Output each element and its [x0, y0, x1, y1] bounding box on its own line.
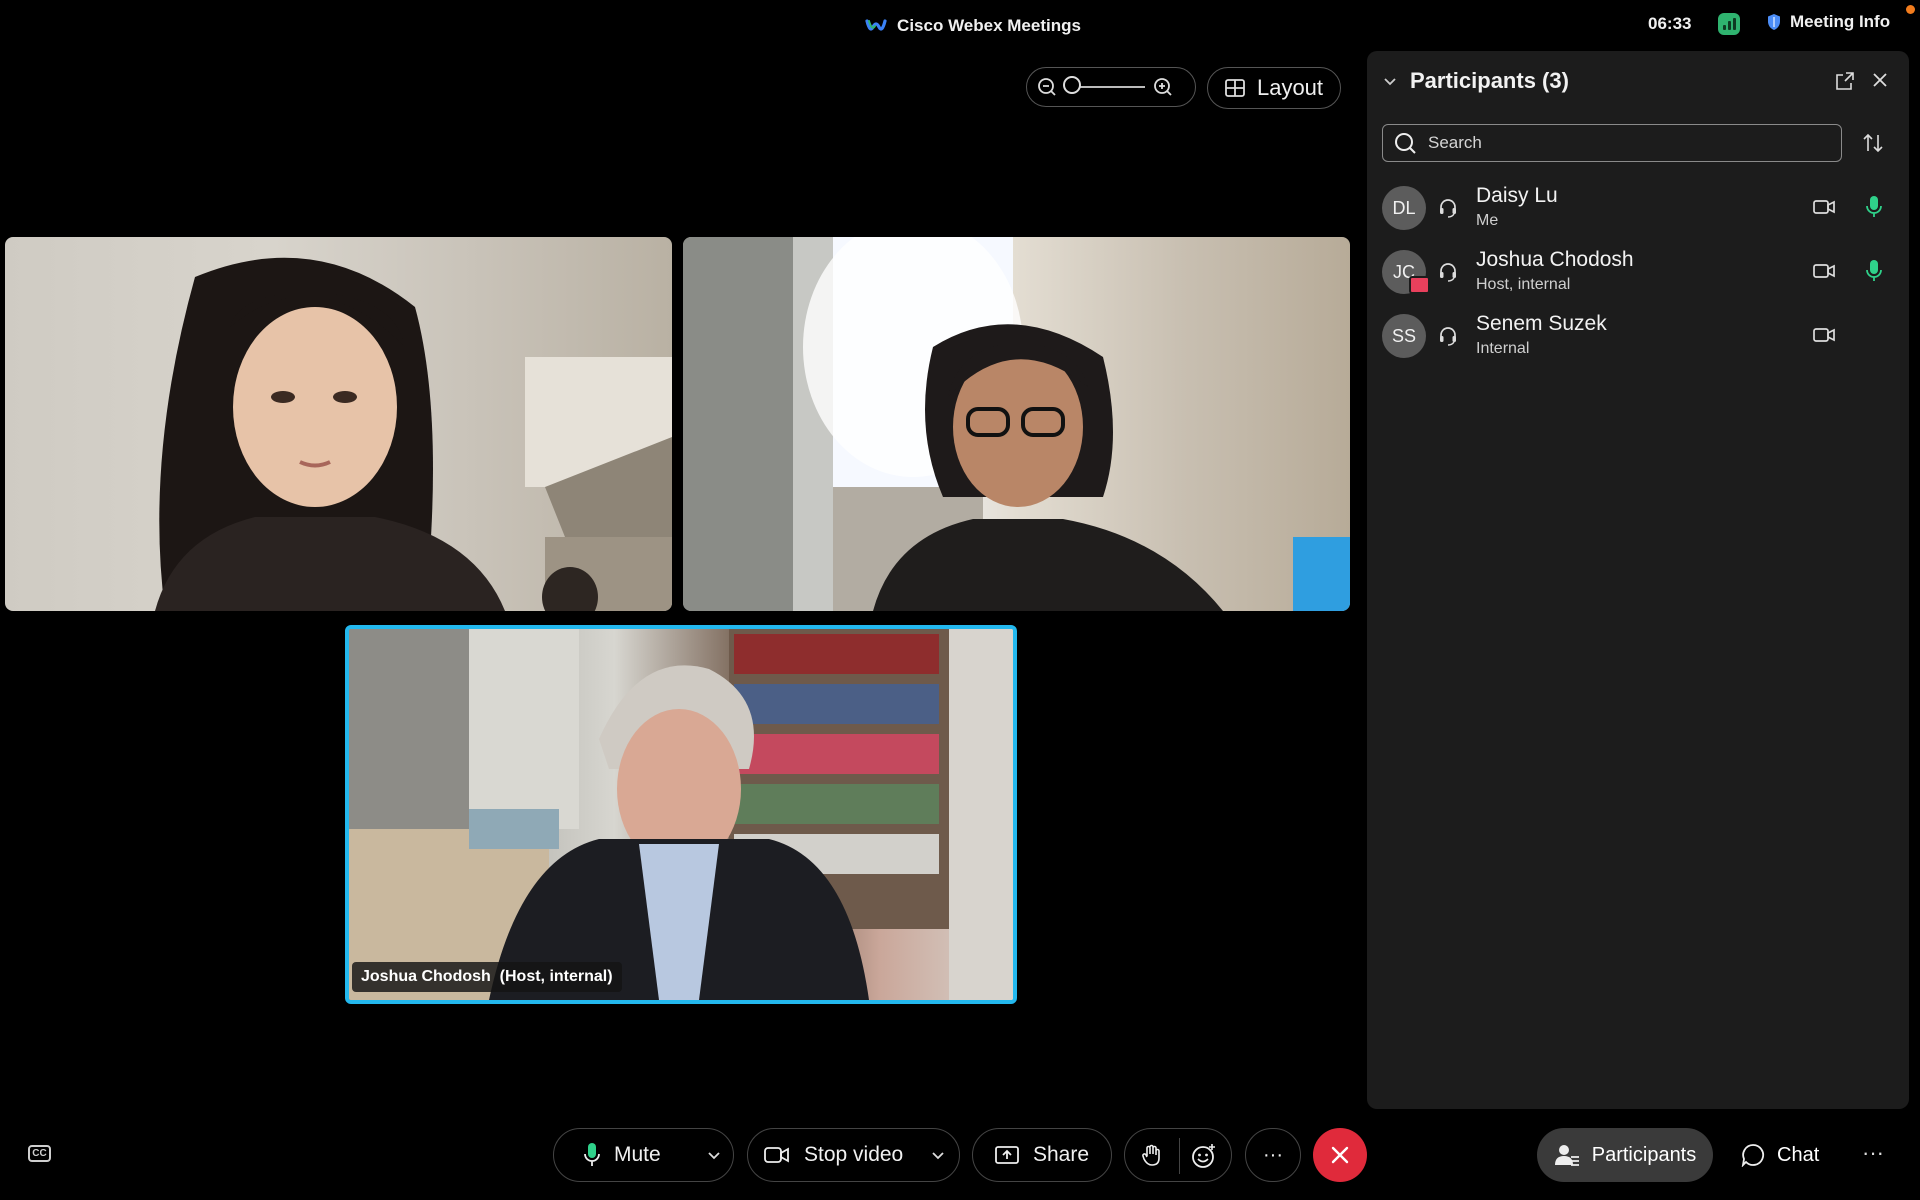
stop-video-label: Stop video — [804, 1143, 904, 1166]
meeting-info-label: Meeting Info — [1790, 12, 1891, 31]
more-options-button[interactable]: ··· — [1245, 1128, 1301, 1182]
participant-role: Host, internal — [1476, 276, 1571, 293]
close-icon — [1331, 1146, 1349, 1164]
sharing-badge-icon — [1409, 276, 1430, 294]
participants-button[interactable]: Participants — [1537, 1128, 1713, 1182]
video-tile-senem-suzek[interactable] — [683, 237, 1350, 611]
camera-icon — [764, 1145, 790, 1165]
share-button[interactable]: Share — [972, 1128, 1112, 1182]
grid-layout-icon — [1225, 79, 1245, 97]
raise-hand-icon[interactable] — [1141, 1143, 1163, 1167]
microphone-icon — [584, 1142, 600, 1168]
notification-dot — [1906, 5, 1915, 14]
emoji-reaction-icon[interactable] — [1191, 1143, 1217, 1169]
participant-role: Me — [1476, 212, 1499, 229]
overflow-menu-button[interactable]: ··· — [1862, 1140, 1884, 1166]
divider — [1179, 1138, 1180, 1174]
audio-options-chevron-icon[interactable] — [706, 1148, 722, 1164]
participants-panel-header: Participants (3) — [1382, 68, 1569, 94]
meeting-clock: 06:33 — [1648, 14, 1692, 33]
video-tile-joshua-chodosh[interactable] — [345, 625, 1017, 1004]
closed-captions-label: CC — [32, 1148, 47, 1159]
layout-label: Layout — [1256, 75, 1324, 100]
zoom-slider[interactable] — [1063, 76, 1145, 94]
closed-captions-button[interactable]: CC — [28, 1145, 51, 1162]
shield-icon — [1766, 13, 1782, 31]
app-title: Cisco Webex Meetings — [897, 16, 1081, 35]
search-input[interactable] — [1426, 132, 1810, 154]
webex-logo-icon — [865, 18, 887, 34]
avatar: DL — [1382, 186, 1426, 230]
share-label: Share — [1033, 1143, 1090, 1166]
zoom-control — [1026, 67, 1196, 107]
layout-button[interactable]: Layout — [1207, 67, 1341, 109]
video-feed-joshua-chodosh — [349, 629, 1013, 1000]
video-feed-senem-suzek — [683, 237, 1350, 611]
participants-search-field[interactable] — [1382, 124, 1842, 162]
avatar: SS — [1382, 314, 1426, 358]
participant-name: Senem Suzek — [1476, 312, 1607, 335]
headset-icon — [1438, 326, 1458, 346]
chat-bubble-icon — [1741, 1143, 1765, 1167]
bookshelf — [734, 634, 939, 874]
chat-button-label: Chat — [1777, 1143, 1820, 1166]
participants-button-label: Participants — [1591, 1143, 1697, 1166]
popout-icon[interactable] — [1836, 72, 1854, 90]
more-label: ··· — [1263, 1143, 1283, 1166]
camera-icon — [1813, 326, 1835, 344]
zoom-in-icon[interactable] — [1153, 77, 1173, 97]
participant-row[interactable]: DL Daisy Lu Me — [1382, 180, 1892, 236]
participant-name: Joshua Chodosh — [1476, 248, 1634, 271]
microphone-active-icon — [1866, 195, 1882, 219]
microphone-active-icon — [1866, 259, 1882, 283]
meeting-info-button[interactable]: Meeting Info — [1766, 12, 1890, 32]
mute-button[interactable]: Mute — [553, 1128, 734, 1182]
participants-panel-title: Participants (3) — [1410, 68, 1569, 93]
reactions-group — [1124, 1128, 1232, 1182]
collapse-chevron-icon[interactable] — [1382, 73, 1398, 89]
network-health-icon[interactable] — [1718, 13, 1740, 35]
sort-icon[interactable] — [1862, 132, 1884, 154]
mute-label: Mute — [614, 1143, 661, 1166]
search-icon — [1394, 132, 1416, 154]
headset-icon — [1438, 262, 1458, 282]
participant-row[interactable]: JC Joshua Chodosh Host, internal — [1382, 244, 1892, 300]
headset-icon — [1438, 198, 1458, 218]
video-tile-daisy-lu[interactable] — [5, 237, 672, 611]
camera-icon — [1813, 262, 1835, 280]
video-feed-daisy-lu — [155, 257, 672, 611]
participant-role: Internal — [1476, 340, 1530, 357]
close-icon[interactable] — [1872, 72, 1888, 88]
participant-name: Daisy Lu — [1476, 184, 1558, 207]
overflow-label: ··· — [1862, 1140, 1884, 1165]
zoom-slider-handle[interactable] — [1063, 76, 1081, 94]
share-screen-icon — [995, 1145, 1019, 1165]
title-bar: Cisco Webex Meetings — [0, 14, 1920, 38]
zoom-out-icon[interactable] — [1037, 77, 1057, 97]
participant-row[interactable]: SS Senem Suzek Internal — [1382, 308, 1892, 364]
participants-icon — [1554, 1143, 1580, 1167]
end-meeting-button[interactable] — [1313, 1128, 1367, 1182]
stop-video-button[interactable]: Stop video — [747, 1128, 960, 1182]
active-speaker-name-tag: Joshua Chodosh (Host, internal) — [352, 962, 622, 992]
video-options-chevron-icon[interactable] — [930, 1148, 946, 1164]
chat-button[interactable]: Chat — [1741, 1128, 1819, 1182]
camera-icon — [1813, 198, 1835, 216]
